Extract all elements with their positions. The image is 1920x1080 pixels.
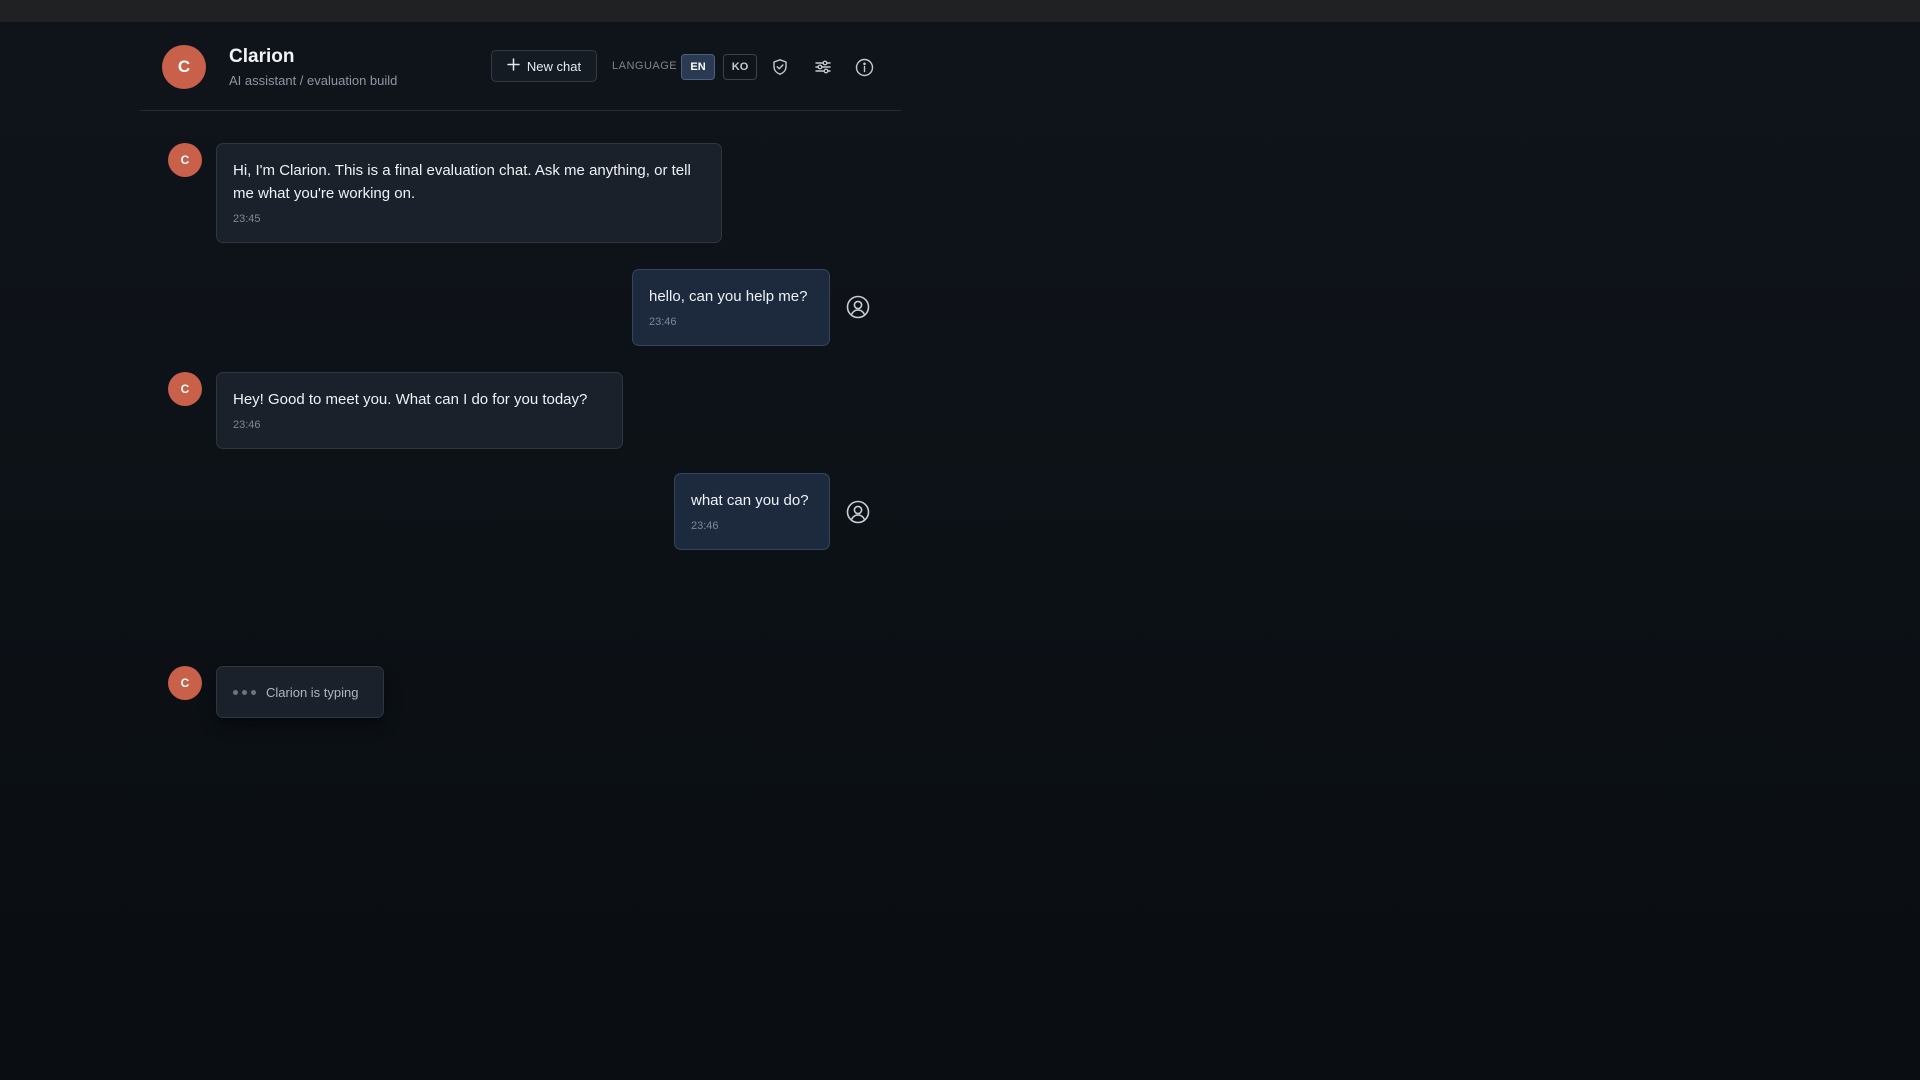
user-avatar-icon [845, 294, 871, 320]
language-en-button[interactable]: EN [681, 54, 715, 80]
assistant-message: Hey! Good to meet you. What can I do for… [216, 372, 623, 449]
chat-app: C Clarion AI assistant / evaluation buil… [140, 22, 901, 718]
new-chat-label: New chat [526, 58, 582, 74]
user-message: hello, can you help me? 23:46 [632, 269, 830, 346]
new-chat-button[interactable]: New chat [491, 50, 597, 82]
info-icon[interactable] [853, 56, 875, 78]
assistant-message: Hi, I'm Clarion. This is a final evaluat… [216, 143, 722, 243]
message-timestamp: 23:45 [233, 213, 261, 225]
typing-label: Clarion is typing [266, 684, 359, 700]
message-list: C Hi, I'm Clarion. This is a final evalu… [140, 111, 901, 718]
message-text: what can you do? [691, 492, 809, 509]
assistant-avatar: C [162, 45, 206, 89]
assistant-avatar-small: C [168, 666, 202, 700]
message-timestamp: 23:46 [233, 419, 261, 431]
language-label: LANGUAGE [612, 60, 678, 72]
typing-indicator: Clarion is typing [216, 666, 384, 718]
typing-dots-icon [233, 689, 256, 695]
assistant-subtitle: AI assistant / evaluation build [229, 73, 398, 88]
user-avatar-icon [845, 499, 871, 525]
message-text: Hi, I'm Clarion. This is a final evaluat… [233, 162, 691, 202]
shield-check-icon[interactable] [769, 56, 791, 78]
user-message: what can you do? 23:46 [674, 473, 830, 550]
assistant-avatar-small: C [168, 372, 202, 406]
language-ko-button[interactable]: KO [723, 54, 757, 80]
assistant-avatar-small: C [168, 143, 202, 177]
assistant-name: Clarion [229, 46, 295, 67]
plus-icon [507, 58, 520, 74]
message-timestamp: 23:46 [649, 316, 677, 328]
chat-header: C Clarion AI assistant / evaluation buil… [140, 22, 901, 111]
browser-top-bar [0, 0, 1920, 22]
sliders-icon[interactable] [812, 56, 834, 78]
message-text: Hey! Good to meet you. What can I do for… [233, 391, 588, 408]
message-timestamp: 23:46 [691, 520, 719, 532]
message-text: hello, can you help me? [649, 288, 808, 305]
